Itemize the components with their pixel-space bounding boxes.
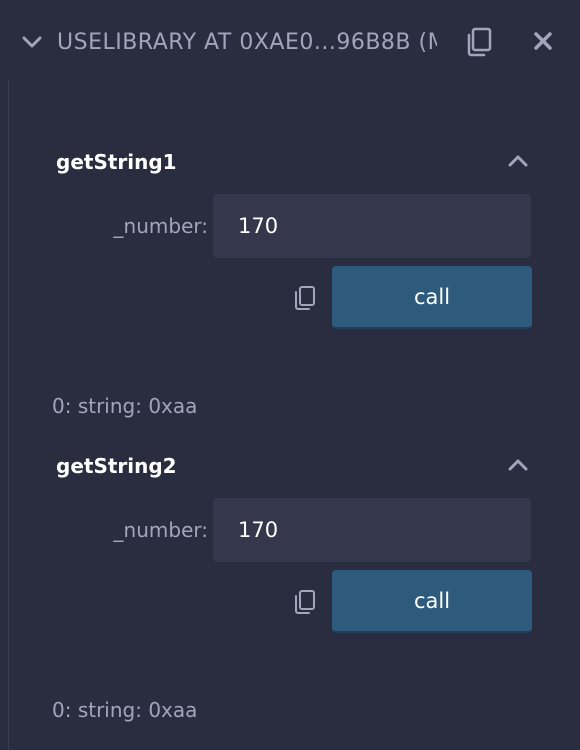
copy-calldata-icon[interactable] xyxy=(291,284,319,312)
chevron-up-icon[interactable] xyxy=(505,148,531,174)
contract-panel: USELIBRARY AT 0XAE0...96B8B (M getString… xyxy=(0,0,580,750)
param-label: _number: xyxy=(113,214,208,238)
function-title: getString2 xyxy=(56,454,177,478)
contract-header: USELIBRARY AT 0XAE0...96B8B (M xyxy=(0,0,580,84)
close-icon[interactable] xyxy=(530,28,556,54)
call-result: 0: string: 0xaa xyxy=(52,394,198,418)
param-label: _number: xyxy=(113,518,208,542)
call-button[interactable]: call xyxy=(332,570,532,633)
chevron-down-icon[interactable] xyxy=(20,30,44,54)
copy-calldata-icon[interactable] xyxy=(291,588,319,616)
chevron-up-icon[interactable] xyxy=(505,452,531,478)
contract-title[interactable]: USELIBRARY AT 0XAE0...96B8B (M xyxy=(57,28,437,58)
number-input[interactable]: 170 xyxy=(213,194,531,258)
call-button[interactable]: call xyxy=(332,266,532,329)
copy-icon[interactable] xyxy=(463,26,495,58)
function-title: getString1 xyxy=(56,150,177,174)
panel-border xyxy=(8,80,9,750)
call-result: 0: string: 0xaa xyxy=(52,698,198,722)
number-input[interactable]: 170 xyxy=(213,498,531,562)
